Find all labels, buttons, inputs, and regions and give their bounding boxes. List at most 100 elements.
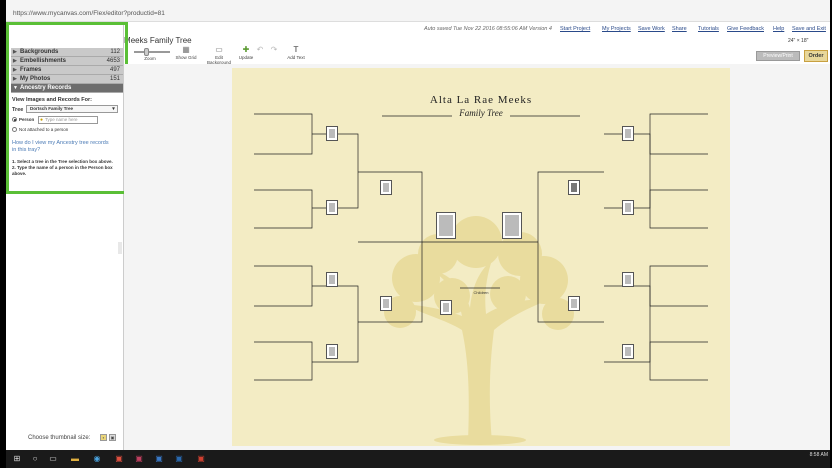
- person-silhouette-icon: [329, 275, 335, 284]
- task-view-icon[interactable]: ▭: [48, 454, 58, 464]
- portrait-photo[interactable]: [622, 344, 634, 359]
- editor-toolbar: Zoom ▦ Show Grid ▭ Edit Background ✚ Update…: [124, 45, 830, 66]
- undo-button[interactable]: ↶: [254, 46, 266, 55]
- editor-canvas-area: Alta La Rae Meeks Family Tree Children: [124, 64, 830, 450]
- autosave-status: Auto saved Tue Nov 22 2016 08:55:06 AM V…: [424, 26, 552, 32]
- photoshop-icon[interactable]: ▣: [154, 454, 164, 464]
- portrait-photo[interactable]: [326, 272, 338, 287]
- person-silhouette-icon: [439, 215, 453, 236]
- app-icon[interactable]: ▣: [114, 454, 124, 464]
- instructions-text: 1. Select a tree in the Tree selection b…: [12, 159, 113, 176]
- menu-help[interactable]: Help: [773, 26, 784, 32]
- category-my-photos[interactable]: ▶ My Photos 151: [11, 75, 123, 84]
- category-ancestry-records[interactable]: ▼ Ancestry Records: [11, 84, 123, 93]
- portrait-photo[interactable]: [502, 212, 522, 239]
- add-text-button[interactable]: T Add Text: [284, 45, 308, 61]
- portrait-photo[interactable]: [380, 180, 392, 195]
- category-frames[interactable]: ▶ Frames 497: [11, 66, 123, 75]
- portrait-photo[interactable]: [622, 272, 634, 287]
- portrait-photo[interactable]: [326, 344, 338, 359]
- background-icon: ▭: [215, 45, 223, 54]
- tree-select[interactable]: Dortsch Family Tree ▾: [26, 105, 118, 113]
- person-silhouette-icon: [625, 275, 631, 284]
- help-link[interactable]: How do I view my Ancestry tree records i…: [12, 140, 112, 154]
- triangle-right-icon: ▶: [13, 67, 17, 73]
- thumbnail-size-label: Choose thumbnail size:: [28, 435, 91, 441]
- portrait-photo[interactable]: [440, 300, 452, 315]
- person-silhouette-icon: [571, 183, 577, 192]
- tree-silhouette-icon: [384, 216, 574, 445]
- person-silhouette-icon: [329, 347, 335, 356]
- chrome-icon[interactable]: ◉: [92, 454, 102, 464]
- acrobat-icon[interactable]: ▣: [196, 454, 206, 464]
- family-tree-page[interactable]: Alta La Rae Meeks Family Tree Children: [232, 68, 730, 446]
- category-embellishments[interactable]: ▶ Embellishments 4653: [11, 57, 123, 66]
- order-button[interactable]: Order: [804, 50, 828, 62]
- category-backgrounds[interactable]: ▶ Backgrounds 112: [11, 48, 123, 57]
- panel-resize-handle[interactable]: [118, 242, 122, 254]
- person-silhouette-icon: [625, 347, 631, 356]
- menu-tutorials[interactable]: Tutorials: [698, 26, 719, 32]
- text-icon: T: [293, 45, 299, 54]
- person-silhouette-icon: [505, 215, 519, 236]
- children-label[interactable]: Children: [464, 290, 498, 295]
- menu-save-and-exit[interactable]: Save and Exit: [792, 26, 826, 32]
- url-text[interactable]: https://www.mycanvas.com/Flex/editor?pro…: [13, 10, 165, 17]
- person-radio-label: Person: [19, 117, 35, 122]
- system-clock[interactable]: 8:58 AM: [802, 452, 828, 458]
- person-silhouette-icon: [383, 183, 389, 192]
- undo-icon: ↶: [256, 45, 264, 54]
- redo-icon: ↷: [270, 45, 278, 54]
- search-icon[interactable]: ○: [30, 454, 40, 464]
- menu-share[interactable]: Share: [672, 26, 687, 32]
- tree-lines: [254, 113, 708, 445]
- person-silhouette-icon: [571, 299, 577, 308]
- large-thumbnail-icon[interactable]: ▣: [109, 434, 116, 441]
- person-radio[interactable]: [12, 117, 17, 122]
- app-window: https://www.mycanvas.com/Flex/editor?pro…: [6, 0, 830, 450]
- menu-save-work[interactable]: Save Work: [638, 26, 665, 32]
- preview-print-button[interactable]: Preview/Print: [756, 51, 800, 61]
- tree-label: Tree: [12, 107, 24, 113]
- portrait-photo[interactable]: [380, 296, 392, 311]
- person-search-input[interactable]: ● Type name here: [38, 116, 98, 124]
- portrait-photo[interactable]: [326, 126, 338, 141]
- chevron-down-icon: ▾: [112, 106, 115, 112]
- triangle-down-icon: ▼: [13, 85, 18, 91]
- small-thumbnail-icon[interactable]: ▪: [100, 434, 107, 441]
- zoom-slider-track[interactable]: [134, 51, 170, 53]
- app-header: mycanvas by Ancestry Alta La Rae Meeks F…: [6, 22, 830, 67]
- triangle-right-icon: ▶: [13, 58, 17, 64]
- not-attached-radio[interactable]: [12, 127, 17, 132]
- portrait-photo[interactable]: [568, 296, 580, 311]
- edit-background-button[interactable]: ▭ Edit Background: [204, 45, 234, 66]
- thumbnail-size-control: Choose thumbnail size: ▪ ▣: [28, 434, 116, 441]
- person-silhouette-icon: [329, 129, 335, 138]
- show-grid-button[interactable]: ▦ Show Grid: [174, 45, 198, 61]
- portrait-photo[interactable]: [622, 126, 634, 141]
- browser-address-bar[interactable]: https://www.mycanvas.com/Flex/editor?pro…: [6, 0, 830, 22]
- redo-button[interactable]: ↷: [268, 46, 280, 55]
- portrait-photo[interactable]: [326, 200, 338, 215]
- menu-start-project[interactable]: Start Project: [560, 26, 590, 32]
- person-icon: ●: [40, 117, 44, 123]
- portrait-photo[interactable]: [436, 212, 456, 239]
- person-silhouette-icon: [329, 203, 335, 212]
- not-attached-radio-label: Not attached to a person: [19, 127, 69, 132]
- grid-icon: ▦: [182, 45, 190, 54]
- update-icon: ✚: [242, 45, 250, 54]
- tree-subtitle[interactable]: Family Tree: [232, 108, 730, 118]
- menu-give-feedback[interactable]: Give Feedback: [727, 26, 764, 32]
- portrait-photo[interactable]: [622, 200, 634, 215]
- indesign-icon[interactable]: ▣: [134, 454, 144, 464]
- triangle-right-icon: ▶: [13, 76, 17, 82]
- page-size-selector[interactable]: 24" × 18": [788, 38, 808, 44]
- portrait-photo[interactable]: [568, 180, 580, 195]
- tree-title[interactable]: Alta La Rae Meeks: [232, 94, 730, 106]
- file-explorer-icon[interactable]: ▬: [70, 454, 80, 464]
- outlook-icon[interactable]: ▣: [174, 454, 184, 464]
- menu-my-projects[interactable]: My Projects: [602, 26, 631, 32]
- zoom-label: Zoom: [144, 56, 156, 61]
- windows-start-icon[interactable]: ⊞: [12, 454, 22, 464]
- zoom-slider-handle[interactable]: [144, 48, 149, 56]
